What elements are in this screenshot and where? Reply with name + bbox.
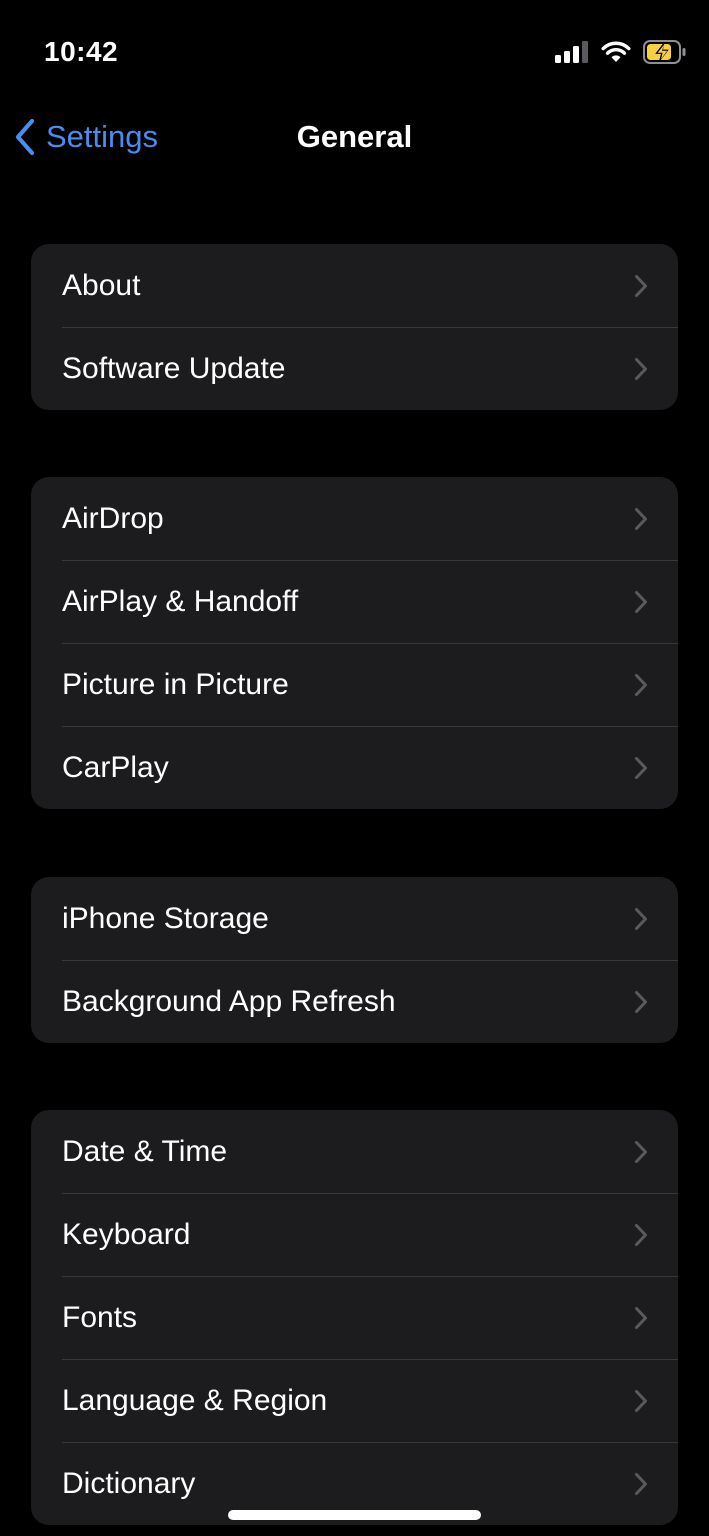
settings-group-connectivity: AirDrop AirPlay & Handoff Picture in Pic… [31,477,678,809]
settings-group-storage: iPhone Storage Background App Refresh [31,877,678,1043]
row-airplay-handoff[interactable]: AirPlay & Handoff [31,560,678,643]
row-software-update[interactable]: Software Update [31,327,678,410]
row-keyboard[interactable]: Keyboard [31,1193,678,1276]
chevron-right-icon [634,673,648,697]
row-label: iPhone Storage [62,901,269,935]
row-label: CarPlay [62,750,169,784]
chevron-right-icon [634,1223,648,1247]
row-label: AirPlay & Handoff [62,584,299,618]
chevron-right-icon [634,1389,648,1413]
row-about[interactable]: About [31,244,678,327]
chevron-right-icon [634,1140,648,1164]
row-label: Dictionary [62,1466,196,1500]
status-time: 10:42 [44,36,119,67]
row-label: AirDrop [62,501,164,535]
chevron-right-icon [634,756,648,780]
battery-charging-icon [643,40,687,64]
row-background-app-refresh[interactable]: Background App Refresh [31,960,678,1043]
chevron-right-icon [634,274,648,298]
row-label: About [62,268,141,302]
home-indicator[interactable] [228,1510,481,1520]
chevron-right-icon [634,590,648,614]
status-icons [555,38,687,66]
chevron-right-icon [634,1306,648,1330]
row-label: Keyboard [62,1217,191,1251]
row-label: Language & Region [62,1383,328,1417]
page-title: General [296,119,413,154]
row-label: Date & Time [62,1134,228,1168]
row-label: Picture in Picture [62,667,289,701]
cellular-signal-icon [555,41,589,63]
row-label: Background App Refresh [62,984,396,1018]
chevron-right-icon [634,1472,648,1496]
chevron-right-icon [634,357,648,381]
row-airdrop[interactable]: AirDrop [31,477,678,560]
row-picture-in-picture[interactable]: Picture in Picture [31,643,678,726]
row-carplay[interactable]: CarPlay [31,726,678,809]
wifi-icon [601,41,631,63]
row-label: Fonts [62,1300,138,1334]
row-label: Software Update [62,351,286,385]
row-iphone-storage[interactable]: iPhone Storage [31,877,678,960]
settings-group-device: About Software Update [31,244,678,410]
chevron-right-icon [634,507,648,531]
row-fonts[interactable]: Fonts [31,1276,678,1359]
status-bar: 10:42 [0,0,709,100]
settings-list: About Software Update AirDrop AirPlay & … [31,244,678,1536]
chevron-right-icon [634,990,648,1014]
chevron-right-icon [634,907,648,931]
settings-group-locale: Date & Time Keyboard Fonts Language & Re… [31,1110,678,1525]
navigation-bar: Settings General [0,100,709,176]
row-date-time[interactable]: Date & Time [31,1110,678,1193]
row-language-region[interactable]: Language & Region [31,1359,678,1442]
